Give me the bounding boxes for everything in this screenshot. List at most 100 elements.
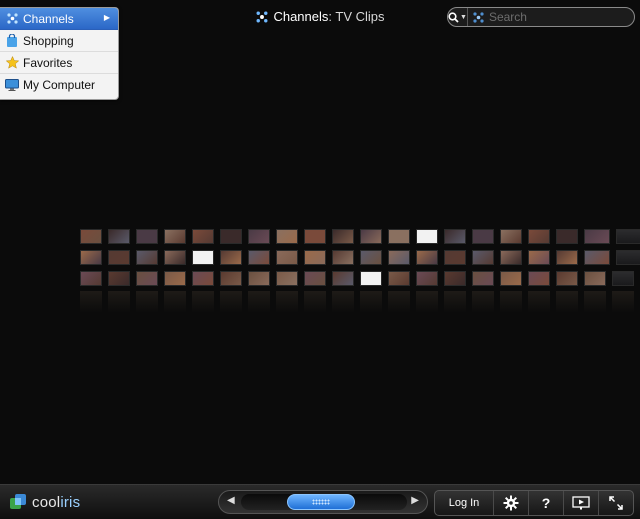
thumbnail-reflection (276, 291, 298, 313)
video-thumbnail[interactable] (584, 229, 610, 244)
thumbnail-reflection (108, 291, 130, 313)
video-thumbnail[interactable] (616, 229, 640, 244)
thumbnail-reflection (220, 291, 242, 313)
video-thumbnail[interactable] (192, 271, 214, 286)
thumbnail-reflection (332, 291, 354, 313)
video-thumbnail[interactable] (248, 250, 270, 265)
scroll-left-icon[interactable]: ◀ (227, 495, 235, 506)
thumbnail-reflection (304, 291, 326, 313)
video-thumbnail[interactable] (444, 271, 466, 286)
video-thumbnail[interactable] (500, 271, 522, 286)
video-thumbnail[interactable] (276, 229, 298, 244)
fullscreen-button[interactable] (599, 491, 633, 515)
video-thumbnail[interactable] (332, 229, 354, 244)
video-thumbnail[interactable] (528, 229, 550, 244)
video-thumbnail[interactable] (416, 250, 438, 265)
video-thumbnail[interactable] (80, 271, 102, 286)
video-thumbnail[interactable] (136, 250, 158, 265)
thumbnail-reflection (584, 291, 606, 313)
video-thumbnail[interactable] (220, 250, 242, 265)
video-thumbnail[interactable] (360, 250, 382, 265)
video-thumbnail[interactable] (416, 271, 438, 286)
bottom-toolbar: cooliris ◀ ▶ Log In ? (0, 484, 640, 519)
video-thumbnail[interactable] (304, 250, 326, 265)
video-thumbnail[interactable] (192, 229, 214, 244)
video-thumbnail[interactable] (248, 229, 270, 244)
video-thumbnail[interactable] (108, 229, 130, 244)
video-thumbnail[interactable] (164, 250, 186, 265)
scroll-right-icon[interactable]: ▶ (411, 495, 419, 506)
video-thumbnail[interactable] (164, 271, 186, 286)
video-thumbnail[interactable] (108, 271, 130, 286)
help-icon: ? (541, 495, 551, 511)
login-button[interactable]: Log In (435, 491, 494, 515)
wall-scroller: ◀ ▶ (218, 490, 428, 514)
video-thumbnail[interactable] (500, 250, 522, 265)
help-button[interactable]: ? (529, 491, 564, 515)
thumbnail-wall (0, 0, 640, 518)
video-thumbnail[interactable] (444, 229, 466, 244)
video-thumbnail[interactable] (584, 250, 610, 265)
toolbar-buttons: Log In ? (434, 490, 634, 516)
brand-name: cooliris (32, 493, 81, 511)
thumbnail-reflection (612, 291, 634, 313)
thumbnail-reflection (248, 291, 270, 313)
video-thumbnail[interactable] (472, 229, 494, 244)
video-thumbnail[interactable] (304, 271, 326, 286)
video-thumbnail[interactable] (616, 250, 640, 265)
thumbnail-reflection (444, 291, 466, 313)
video-thumbnail[interactable] (360, 229, 382, 244)
thumbnail-reflection (360, 291, 382, 313)
thumbnail-reflection (164, 291, 186, 313)
video-thumbnail[interactable] (276, 250, 298, 265)
thumbnail-reflection (500, 291, 522, 313)
video-thumbnail[interactable] (388, 271, 410, 286)
scroll-track[interactable] (241, 494, 407, 510)
video-thumbnail[interactable] (80, 229, 102, 244)
video-thumbnail[interactable] (108, 250, 130, 265)
video-thumbnail[interactable] (220, 271, 242, 286)
scroll-thumb[interactable] (287, 494, 355, 510)
video-thumbnail[interactable] (332, 250, 354, 265)
video-thumbnail[interactable] (416, 229, 438, 244)
video-thumbnail[interactable] (248, 271, 270, 286)
thumbnail-reflection (416, 291, 438, 313)
video-thumbnail[interactable] (192, 250, 214, 265)
thumbnail-reflection (388, 291, 410, 313)
video-thumbnail[interactable] (528, 250, 550, 265)
video-thumbnail[interactable] (500, 229, 522, 244)
video-thumbnail[interactable] (556, 229, 578, 244)
video-thumbnail[interactable] (360, 271, 382, 286)
video-thumbnail[interactable] (220, 229, 242, 244)
video-thumbnail[interactable] (556, 250, 578, 265)
brand-logo: cooliris (9, 493, 80, 511)
thumbnail-reflection (528, 291, 550, 313)
video-thumbnail[interactable] (556, 271, 578, 286)
video-thumbnail[interactable] (164, 229, 186, 244)
video-thumbnail[interactable] (276, 271, 298, 286)
gear-icon (503, 495, 519, 511)
settings-button[interactable] (494, 491, 529, 515)
video-thumbnail[interactable] (388, 250, 410, 265)
video-thumbnail[interactable] (444, 250, 466, 265)
slideshow-button[interactable] (564, 491, 599, 515)
thumbnail-reflection (136, 291, 158, 313)
video-thumbnail[interactable] (136, 271, 158, 286)
slideshow-icon (572, 496, 590, 510)
thumbnail-reflection (192, 291, 214, 313)
video-thumbnail[interactable] (584, 271, 606, 286)
video-thumbnail[interactable] (332, 271, 354, 286)
video-thumbnail[interactable] (528, 271, 550, 286)
video-thumbnail[interactable] (136, 229, 158, 244)
fullscreen-icon (609, 496, 623, 510)
video-thumbnail[interactable] (472, 271, 494, 286)
video-thumbnail[interactable] (472, 250, 494, 265)
video-thumbnail[interactable] (612, 271, 634, 286)
thumbnail-reflection (472, 291, 494, 313)
thumbnail-reflection (556, 291, 578, 313)
thumbnail-reflection (80, 291, 102, 313)
video-thumbnail[interactable] (80, 250, 102, 265)
video-thumbnail[interactable] (304, 229, 326, 244)
video-thumbnail[interactable] (388, 229, 410, 244)
cooliris-logo-icon (10, 494, 26, 509)
